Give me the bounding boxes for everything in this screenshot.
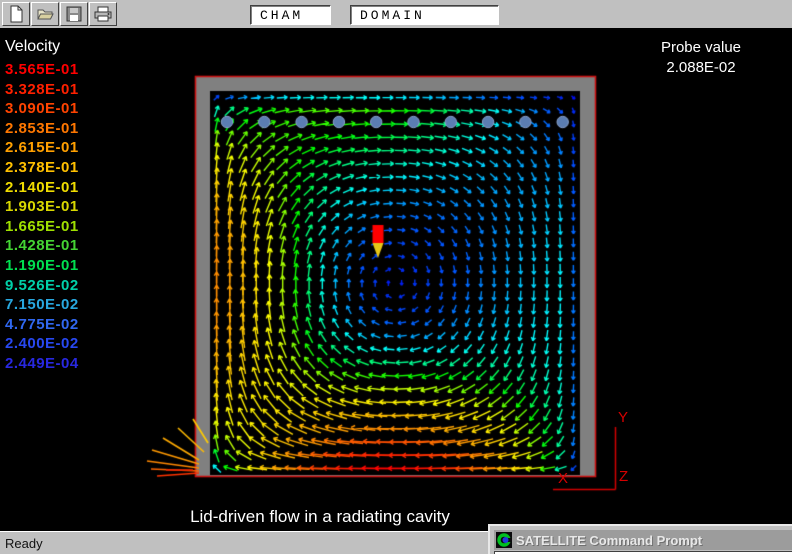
save-icon xyxy=(66,6,82,22)
vector-plot-canvas[interactable] xyxy=(0,0,792,554)
new-file-button[interactable] xyxy=(2,2,30,26)
legend-entry: 2.400E-02 xyxy=(5,334,79,354)
open-file-button[interactable] xyxy=(31,2,59,26)
legend-entry: 3.090E-01 xyxy=(5,99,79,119)
legend-entry: 9.526E-02 xyxy=(5,276,79,296)
legend-entry: 4.775E-02 xyxy=(5,315,79,335)
legend-entry: 2.853E-01 xyxy=(5,119,79,139)
legend-entry: 1.428E-01 xyxy=(5,236,79,256)
legend-entry: 2.140E-01 xyxy=(5,178,79,198)
legend-entry: 2.615E-01 xyxy=(5,138,79,158)
print-button[interactable] xyxy=(89,2,117,26)
legend-entry: 7.150E-02 xyxy=(5,295,79,315)
domain-field[interactable]: DOMAIN xyxy=(350,5,499,25)
new-document-icon xyxy=(8,5,24,23)
satellite-title: SATELLITE Command Prompt xyxy=(516,533,702,548)
legend-entry: 1.903E-01 xyxy=(5,197,79,217)
legend-entry: 1.190E-01 xyxy=(5,256,79,276)
legend-entry: 1.665E-01 xyxy=(5,217,79,237)
satellite-app-icon xyxy=(496,532,512,548)
plot-caption: Lid-driven flow in a radiating cavity xyxy=(150,507,490,527)
cham-field-text: CHAM xyxy=(260,8,303,23)
axis-label-x: X xyxy=(558,470,568,487)
probe-readout: Probe value 2.088E-02 xyxy=(620,38,782,78)
status-text: Ready xyxy=(5,536,43,551)
legend-entry: 3.565E-01 xyxy=(5,60,79,80)
velocity-legend: Velocity 3.565E-013.328E-013.090E-012.85… xyxy=(5,38,79,374)
legend-values: 3.565E-013.328E-013.090E-012.853E-012.61… xyxy=(5,60,79,374)
probe-label: Probe value xyxy=(620,38,782,58)
satellite-window[interactable]: SATELLITE Command Prompt xyxy=(488,524,792,554)
photon-app-window: CHAM DOMAIN Velocity 3.565E-013.328E-013… xyxy=(0,0,792,554)
axis-label-y: Y xyxy=(618,409,628,426)
domain-field-text: DOMAIN xyxy=(360,8,425,23)
legend-entry: 2.449E-04 xyxy=(5,354,79,374)
save-button[interactable] xyxy=(60,2,88,26)
cham-field[interactable]: CHAM xyxy=(250,5,331,25)
legend-entry: 2.378E-01 xyxy=(5,158,79,178)
print-icon xyxy=(94,6,112,22)
satellite-titlebar[interactable]: SATELLITE Command Prompt xyxy=(494,530,792,550)
open-folder-icon xyxy=(36,6,54,22)
legend-entry: 3.328E-01 xyxy=(5,80,79,100)
toolbar: CHAM DOMAIN xyxy=(0,0,792,30)
axis-label-z: Z xyxy=(619,468,628,485)
probe-value: 2.088E-02 xyxy=(620,58,782,78)
legend-title: Velocity xyxy=(5,38,79,56)
